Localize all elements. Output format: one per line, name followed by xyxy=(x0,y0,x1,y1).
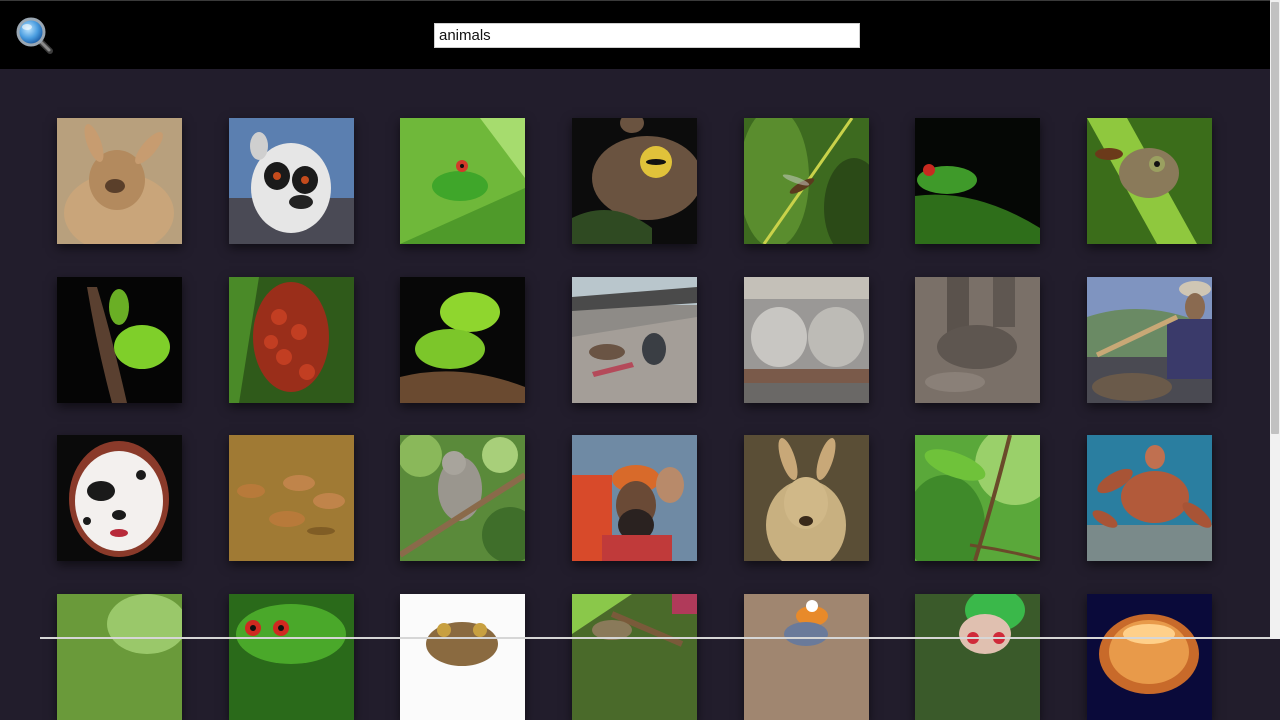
gallery-thumbnail-red-eyed-frog-dark[interactable] xyxy=(915,118,1040,244)
gallery-thumbnail-green-lizard-on-log[interactable] xyxy=(400,277,525,403)
gallery-thumbnail-green-thumbnail[interactable] xyxy=(57,594,182,720)
gallery-thumbnail-frog-on-stem[interactable] xyxy=(572,594,697,720)
gallery-thumbnail-ring-tailed-lemur[interactable] xyxy=(229,118,354,244)
scrollbar-thumb[interactable] xyxy=(1271,2,1279,434)
gallery-thumbnail-red-eyed-tree-frog[interactable] xyxy=(229,594,354,720)
gallery-thumbnail-girl-dalmatian-face-paint[interactable] xyxy=(57,435,182,561)
gallery-thumbnail-green-lizard-on-branch[interactable] xyxy=(57,277,182,403)
gallery-thumbnail-green-tree-frog-on-leaf[interactable] xyxy=(400,118,525,244)
gallery-thumbnail-red-bugs-on-plant[interactable] xyxy=(229,277,354,403)
gallery-thumbnail-brown-frog-yellow-eyes[interactable] xyxy=(572,118,697,244)
gallery-thumbnail-kangaroo-lying[interactable] xyxy=(57,118,182,244)
gallery-thumbnail-christmas-elf[interactable] xyxy=(915,594,1040,720)
gallery-thumbnail-cattle-and-sacks[interactable] xyxy=(744,277,869,403)
gallery-thumbnail-sea-turtle[interactable] xyxy=(1087,435,1212,561)
image-gallery xyxy=(0,0,1270,720)
gallery-thumbnail-brown-frog-on-leaf[interactable] xyxy=(1087,118,1212,244)
gallery-thumbnail-man-with-monkeys[interactable] xyxy=(572,435,697,561)
gallery-thumbnail-boy-with-animals-on-shore[interactable] xyxy=(572,277,697,403)
gallery-thumbnail-ducks-in-water[interactable] xyxy=(229,435,354,561)
vertical-scrollbar[interactable] xyxy=(1270,0,1280,639)
gallery-thumbnail-koala-on-branch[interactable] xyxy=(400,435,525,561)
gallery-thumbnail-lizard-on-twig[interactable] xyxy=(915,435,1040,561)
gallery-thumbnail-elephant-feet-in-mud[interactable] xyxy=(915,277,1040,403)
gallery-thumbnail-snake-charmer-flute[interactable] xyxy=(1087,277,1212,403)
gallery-thumbnail-toy-on-brown[interactable] xyxy=(744,594,869,720)
gallery-thumbnail-glowing-orb[interactable] xyxy=(1087,594,1212,720)
gallery-thumbnail-insect-on-grass-stem[interactable] xyxy=(744,118,869,244)
gallery-thumbnail-toad-on-white[interactable] xyxy=(400,594,525,720)
gallery-thumbnail-kangaroo-portrait[interactable] xyxy=(744,435,869,561)
